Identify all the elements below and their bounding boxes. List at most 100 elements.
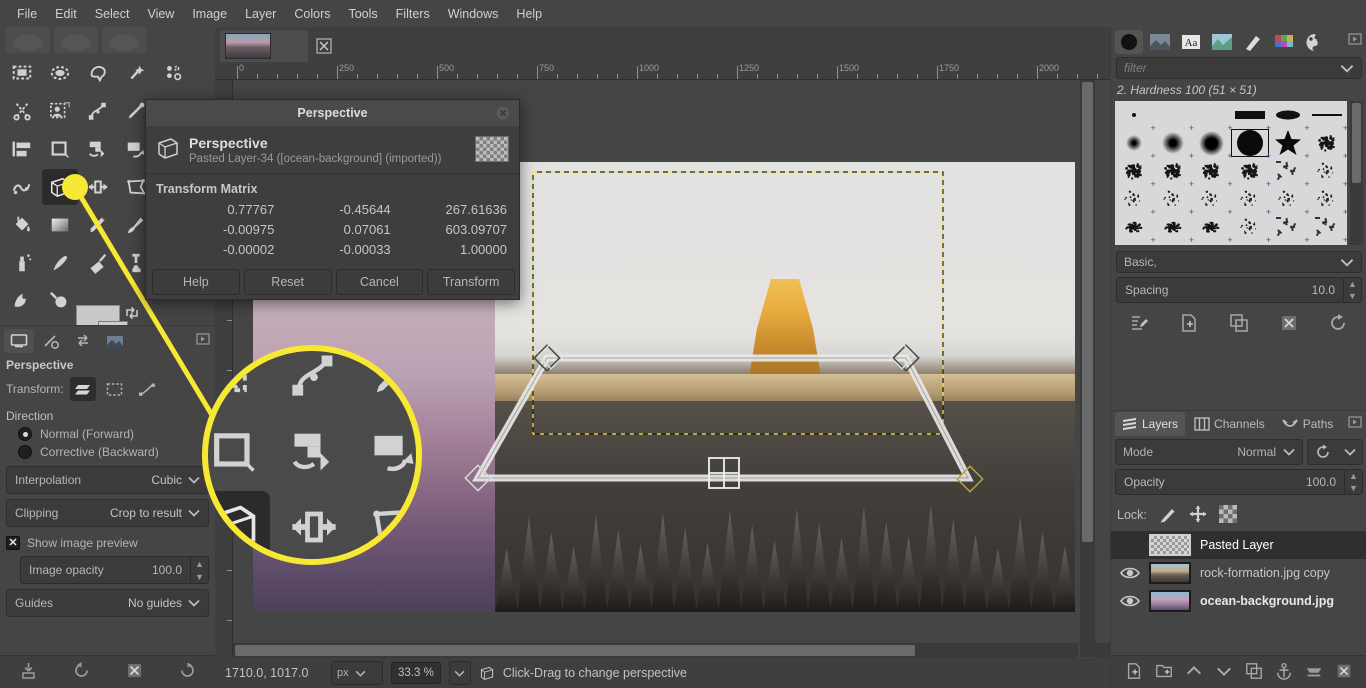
brush-item-selected[interactable] [1230,129,1269,157]
horizontal-scroll-thumb[interactable] [235,645,915,656]
vertical-scroll-thumb[interactable] [1082,82,1093,542]
spacing-main[interactable]: Spacing 10.0 [1117,278,1343,302]
brush-item[interactable] [1154,185,1193,213]
refresh-brushes-icon[interactable] [1328,313,1348,336]
zoom-value[interactable]: 33.3 % [391,662,441,684]
lock-pixels-icon[interactable] [1159,505,1177,526]
brush-grid[interactable]: ++++++++++++++++++++++++++++++++++++ [1115,101,1347,245]
spacing-spinner[interactable]: Spacing 10.0 ▲ ▼ [1116,277,1362,303]
tool-paths[interactable] [80,93,116,129]
layer-row[interactable]: rock-formation.jpg copy [1111,559,1366,587]
brush-item[interactable] [1231,185,1270,213]
layer-opacity-spinner[interactable]: Opacity 100.0 ▲ ▼ [1115,469,1363,495]
brush-item[interactable] [1231,157,1270,185]
image-tab[interactable] [220,30,308,62]
layer-mode-combo[interactable]: Mode Normal [1115,439,1303,465]
tab-brushes[interactable] [1115,30,1143,54]
toolbox-tab-1[interactable] [6,27,50,53]
clipping-combo[interactable]: Clipping Crop to result [6,499,209,527]
edit-brush-icon[interactable] [1130,313,1150,336]
brush-item[interactable] [1192,157,1231,185]
lock-alpha-icon[interactable] [1218,504,1237,526]
delete-tool-preset-icon[interactable] [125,661,144,683]
navigation-preview-button[interactable] [1095,643,1110,658]
brush-item[interactable] [1308,213,1347,241]
transform-path-button[interactable] [134,377,160,401]
brush-item[interactable] [1192,129,1231,157]
menu-item-tools[interactable]: Tools [339,3,386,25]
tab-colormap[interactable] [1301,30,1329,54]
layer-opacity-steppers[interactable]: ▲ ▼ [1344,470,1362,494]
brush-item[interactable] [1192,185,1231,213]
menu-item-file[interactable]: File [8,3,46,25]
image-opacity-main[interactable]: Image opacity 100.0 [21,557,190,583]
transform-layer-button[interactable] [69,377,96,401]
tab-paths[interactable]: Paths [1274,412,1341,436]
brush-item[interactable] [1115,157,1154,185]
layer-visibility-toggle[interactable] [1111,566,1149,580]
help-button[interactable]: Help [152,269,240,295]
tool-fuzzy-select[interactable] [118,55,154,91]
tool-pencil[interactable] [80,207,116,243]
tool-smudge[interactable] [4,283,40,319]
interpolation-combo[interactable]: Interpolation Cubic [6,466,209,494]
tool-scissors-select[interactable] [4,93,40,129]
tab-undo-history[interactable] [68,329,98,353]
image-opacity-steppers[interactable]: ▲ ▼ [190,557,208,583]
reset-button[interactable]: Reset [243,269,332,295]
tab-fonts[interactable]: Aa [1177,30,1205,54]
tool-align[interactable] [42,131,78,167]
unit-combo[interactable]: px [331,661,383,685]
image-opacity-spinner[interactable]: Image opacity 100.0 ▲ ▼ [20,556,209,584]
anchor-layer-icon[interactable] [1275,662,1293,683]
zoom-dropdown-button[interactable] [448,661,471,685]
layer-mode-extra[interactable] [1307,439,1363,465]
tool-dodge-burn[interactable] [42,283,78,319]
tool-select-by-color[interactable] [156,55,192,91]
vertical-scrollbar[interactable] [1080,80,1095,657]
menu-item-edit[interactable]: Edit [46,3,86,25]
menu-item-filters[interactable]: Filters [387,3,439,25]
tool-options-dock-menu-icon[interactable] [196,332,210,349]
brush-item[interactable] [1269,185,1308,213]
cancel-button[interactable]: Cancel [335,269,424,295]
merge-down-icon[interactable] [1305,662,1323,683]
tab-images[interactable] [100,329,130,353]
menu-item-image[interactable]: Image [183,3,236,25]
duplicate-layer-icon[interactable] [1245,662,1263,683]
layer-visibility-toggle[interactable] [1111,594,1149,608]
brush-item[interactable] [1192,241,1231,245]
toolbox-tab-3[interactable] [102,27,146,53]
close-icon[interactable] [496,106,510,123]
menu-item-select[interactable]: Select [86,3,139,25]
brush-item[interactable] [1154,241,1193,245]
brush-scroll-thumb[interactable] [1352,103,1361,183]
tool-free-select[interactable] [80,55,116,91]
tool-bucket-fill[interactable] [4,207,40,243]
tool-foreground-select[interactable] [42,93,78,129]
reset-tool-options-icon[interactable] [178,661,197,683]
radio-corrective-backward[interactable]: Corrective (Backward) [0,443,215,461]
menu-item-help[interactable]: Help [507,3,551,25]
menu-item-colors[interactable]: Colors [285,3,339,25]
brush-dock-menu-icon[interactable] [1348,32,1362,49]
delete-layer-icon[interactable] [1335,662,1353,683]
brush-item[interactable] [1231,241,1270,245]
brush-item[interactable] [1269,213,1308,241]
tool-crop[interactable] [80,131,116,167]
brush-item[interactable] [1115,213,1154,241]
brush-item[interactable] [1154,129,1193,157]
save-tool-preset-icon[interactable] [19,661,38,683]
tab-paint-dynamics[interactable] [1239,30,1267,54]
brush-filter-combo[interactable]: filter [1116,57,1362,79]
layers-dock-menu-icon[interactable] [1348,415,1362,432]
dialog-titlebar[interactable]: Perspective [146,100,519,126]
tool-measure[interactable] [4,131,40,167]
layer-row[interactable]: Pasted Layer [1111,531,1366,559]
transform-button[interactable]: Transform [427,269,515,295]
brush-item[interactable] [1231,101,1270,129]
layer-row[interactable]: ocean-background.jpg [1111,587,1366,615]
tool-gradient[interactable] [42,207,78,243]
tool-warp-transform[interactable] [4,169,40,205]
new-brush-icon[interactable] [1179,313,1199,336]
